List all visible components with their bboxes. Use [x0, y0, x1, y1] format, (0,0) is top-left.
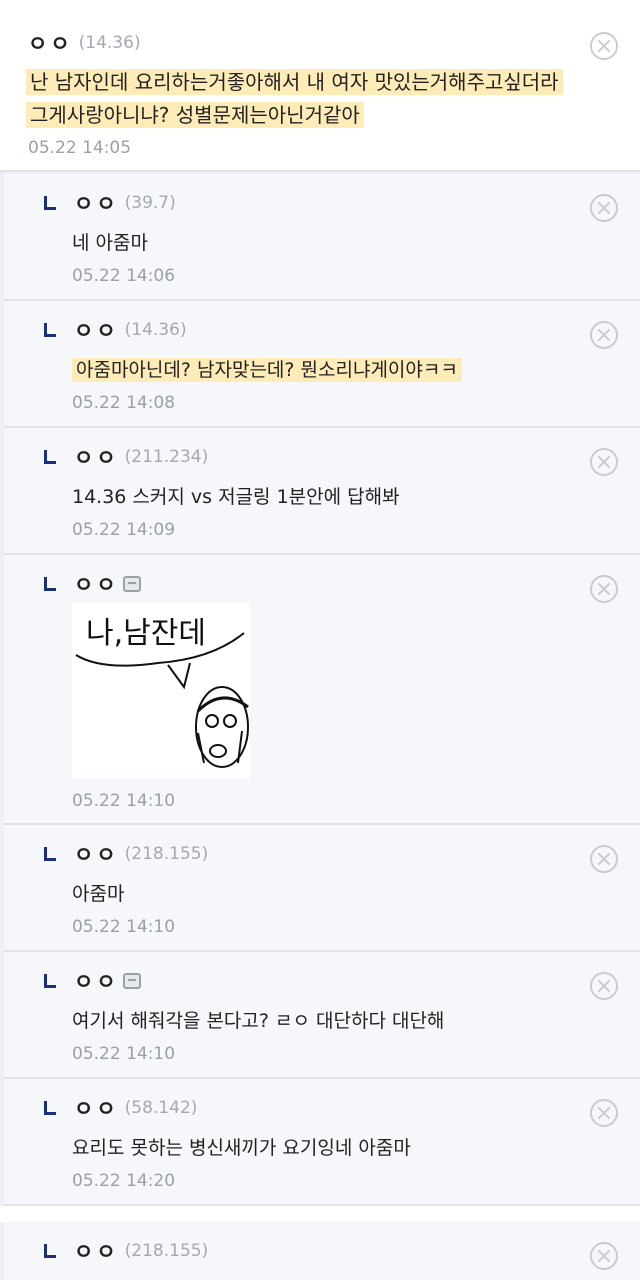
- comment-body: 난 남자인데 요리하는거좋아해서 내 여자 맛있는거해주고싶더라 그게사랑아니냐…: [26, 66, 616, 132]
- delete-icon[interactable]: [590, 32, 618, 60]
- fixed-nick-icon: [122, 973, 141, 989]
- reply-arrow-icon: [42, 1244, 58, 1260]
- reply-author: ㅇㅇ (58.142): [74, 1095, 197, 1121]
- dccon-caption: 나,남잔데: [86, 616, 206, 651]
- reply-date: 05.22 14:08: [72, 393, 176, 413]
- reply-item: ㅇㅇ (218.155) 아줌마 05.22 14:10: [4, 825, 640, 952]
- reply-item: ㅇㅇ 나,남잔데 05.22 14:10: [4, 555, 640, 825]
- delete-icon[interactable]: [590, 575, 618, 603]
- reply-item: ㅇㅇ (211.234) 14.36 스커지 vs 저글링 1분안에 답해봐 0…: [4, 428, 640, 555]
- nickname[interactable]: ㅇㅇ: [74, 839, 119, 869]
- comment-item: ㅇㅇ (14.36) 난 남자인데 요리하는거좋아해서 내 여자 맛있는거해주고…: [0, 0, 640, 172]
- reply-date: 05.22 14:06: [72, 266, 176, 286]
- delete-icon[interactable]: [590, 1099, 618, 1127]
- reply-author: ㅇㅇ (218.155): [74, 1238, 208, 1264]
- sketch-drawing: 나,남잔데: [75, 616, 249, 768]
- comment-author: ㅇㅇ (14.36): [28, 30, 141, 56]
- section-divider: [0, 1206, 640, 1222]
- reply-author: ㅇㅇ: [74, 968, 141, 994]
- nickname[interactable]: ㅇㅇ: [28, 28, 73, 58]
- reply-author: ㅇㅇ (218.155): [74, 841, 208, 867]
- ip-address: (39.7): [124, 193, 176, 213]
- reply-arrow-icon: [42, 1101, 58, 1117]
- reply-item: ㅇㅇ (58.142) 요리도 못하는 병신새끼가 요기잉네 아줌마 05.22…: [4, 1079, 640, 1206]
- reply-date: 05.22 14:10: [72, 917, 176, 937]
- nickname[interactable]: ㅇㅇ: [74, 1236, 119, 1266]
- reply-text: 네 아줌마: [72, 232, 148, 254]
- reply-item: ㅇㅇ (218.155): [4, 1222, 640, 1280]
- reply-author: ㅇㅇ (39.7): [74, 190, 176, 216]
- ip-address: (58.142): [124, 1098, 198, 1118]
- delete-icon[interactable]: [590, 321, 618, 349]
- reply-text: 아줌마: [72, 883, 125, 905]
- reply-item: ㅇㅇ 여기서 해줘각을 본다고? ㄹㅇ 대단하다 대단해 05.22 14:10: [4, 952, 640, 1079]
- delete-icon[interactable]: [590, 845, 618, 873]
- comment-text-line: 그게사랑아니냐? 성별문제는아닌거같아: [26, 102, 364, 128]
- ip-address: (218.155): [124, 844, 209, 864]
- reply-body: 아줌마아닌데? 남자맞는데? 뭔소리냐게이야ㅋㅋ: [72, 355, 592, 385]
- delete-icon[interactable]: [590, 194, 618, 222]
- ip-address: (14.36): [124, 320, 187, 340]
- comment-date: 05.22 14:05: [28, 138, 132, 158]
- fixed-nick-icon: [122, 576, 141, 592]
- nickname[interactable]: ㅇㅇ: [74, 1093, 119, 1123]
- nickname[interactable]: ㅇㅇ: [74, 569, 119, 599]
- reply-text: 아줌마아닌데? 남자맞는데? 뭔소리냐게이야ㅋㅋ: [72, 358, 462, 382]
- reply-date: 05.22 14:10: [72, 791, 176, 811]
- reply-item: ㅇㅇ (39.7) 네 아줌마 05.22 14:06: [4, 174, 640, 301]
- reply-text: 요리도 못하는 병신새끼가 요기잉네 아줌마: [72, 1137, 411, 1159]
- delete-icon[interactable]: [590, 1242, 618, 1270]
- delete-icon[interactable]: [590, 448, 618, 476]
- reply-arrow-icon: [42, 450, 58, 466]
- comment-text-line: 난 남자인데 요리하는거좋아해서 내 여자 맛있는거해주고싶더라: [26, 69, 563, 95]
- nickname[interactable]: ㅇㅇ: [74, 966, 119, 996]
- reply-date: 05.22 14:10: [72, 1044, 176, 1064]
- reply-arrow-icon: [42, 196, 58, 212]
- reply-arrow-icon: [42, 974, 58, 990]
- reply-author: ㅇㅇ (14.36): [74, 317, 187, 343]
- reply-list: ㅇㅇ (39.7) 네 아줌마 05.22 14:06 ㅇㅇ (14.36) 아…: [0, 174, 640, 1280]
- delete-icon[interactable]: [590, 972, 618, 1000]
- reply-arrow-icon: [42, 323, 58, 339]
- dccon-image[interactable]: 나,남잔데: [72, 603, 250, 779]
- reply-text: 14.36 스커지 vs 저글링 1분안에 답해봐: [72, 486, 400, 508]
- reply-item: ㅇㅇ (14.36) 아줌마아닌데? 남자맞는데? 뭔소리냐게이야ㅋㅋ 05.2…: [4, 301, 640, 428]
- reply-text: 여기서 해줘각을 본다고? ㄹㅇ 대단하다 대단해: [72, 1010, 445, 1032]
- reply-author: ㅇㅇ (211.234): [74, 444, 208, 470]
- reply-arrow-icon: [42, 577, 58, 593]
- ip-address: (14.36): [78, 33, 141, 53]
- reply-arrow-icon: [42, 847, 58, 863]
- ip-address: (218.155): [124, 1241, 209, 1261]
- nickname[interactable]: ㅇㅇ: [74, 188, 119, 218]
- reply-date: 05.22 14:09: [72, 520, 176, 540]
- reply-author: ㅇㅇ: [74, 571, 141, 597]
- nickname[interactable]: ㅇㅇ: [74, 442, 119, 472]
- nickname[interactable]: ㅇㅇ: [74, 315, 119, 345]
- ip-address: (211.234): [124, 447, 209, 467]
- reply-date: 05.22 14:20: [72, 1171, 176, 1191]
- comment-thread: ㅇㅇ (14.36) 난 남자인데 요리하는거좋아해서 내 여자 맛있는거해주고…: [0, 0, 640, 1280]
